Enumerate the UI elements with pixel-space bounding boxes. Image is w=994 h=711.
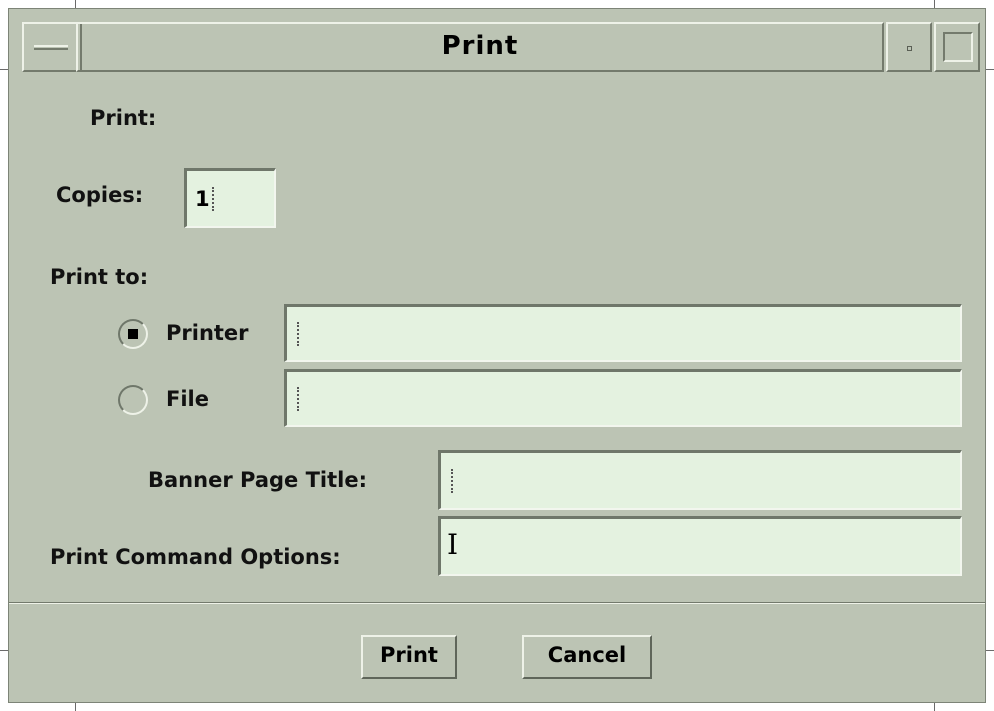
banner-page-title-label: Banner Page Title: bbox=[148, 468, 367, 492]
text-caret bbox=[297, 321, 301, 346]
window-menu-button[interactable] bbox=[22, 22, 82, 72]
copies-value: 1 bbox=[195, 186, 210, 211]
print-to-label: Print to: bbox=[50, 265, 149, 289]
printer-radio[interactable] bbox=[118, 319, 148, 349]
file-label: File bbox=[166, 387, 209, 411]
ibeam-cursor-icon: I bbox=[447, 528, 459, 561]
file-field[interactable] bbox=[284, 369, 962, 427]
print-command-options-field[interactable] bbox=[438, 516, 962, 576]
file-radio[interactable] bbox=[118, 385, 148, 415]
print-command-options-label: Print Command Options: bbox=[50, 545, 341, 569]
text-caret bbox=[211, 186, 216, 211]
menu-bar-icon bbox=[34, 45, 68, 50]
banner-page-title-field[interactable] bbox=[438, 450, 962, 510]
maximize-icon bbox=[943, 32, 973, 62]
minimize-icon bbox=[907, 46, 912, 51]
maximize-button[interactable] bbox=[934, 22, 980, 72]
text-caret bbox=[297, 386, 301, 411]
text-caret bbox=[451, 468, 455, 493]
printer-field[interactable] bbox=[284, 304, 962, 362]
window-title[interactable]: Print bbox=[76, 22, 884, 72]
button-separator bbox=[9, 602, 985, 604]
print-section-label: Print: bbox=[90, 106, 157, 130]
copies-label: Copies: bbox=[56, 183, 144, 207]
cancel-button[interactable]: Cancel bbox=[522, 635, 652, 679]
print-button[interactable]: Print bbox=[361, 635, 457, 679]
copies-field[interactable]: 1 bbox=[184, 168, 276, 228]
printer-label: Printer bbox=[166, 321, 249, 345]
minimize-button[interactable] bbox=[886, 22, 932, 72]
